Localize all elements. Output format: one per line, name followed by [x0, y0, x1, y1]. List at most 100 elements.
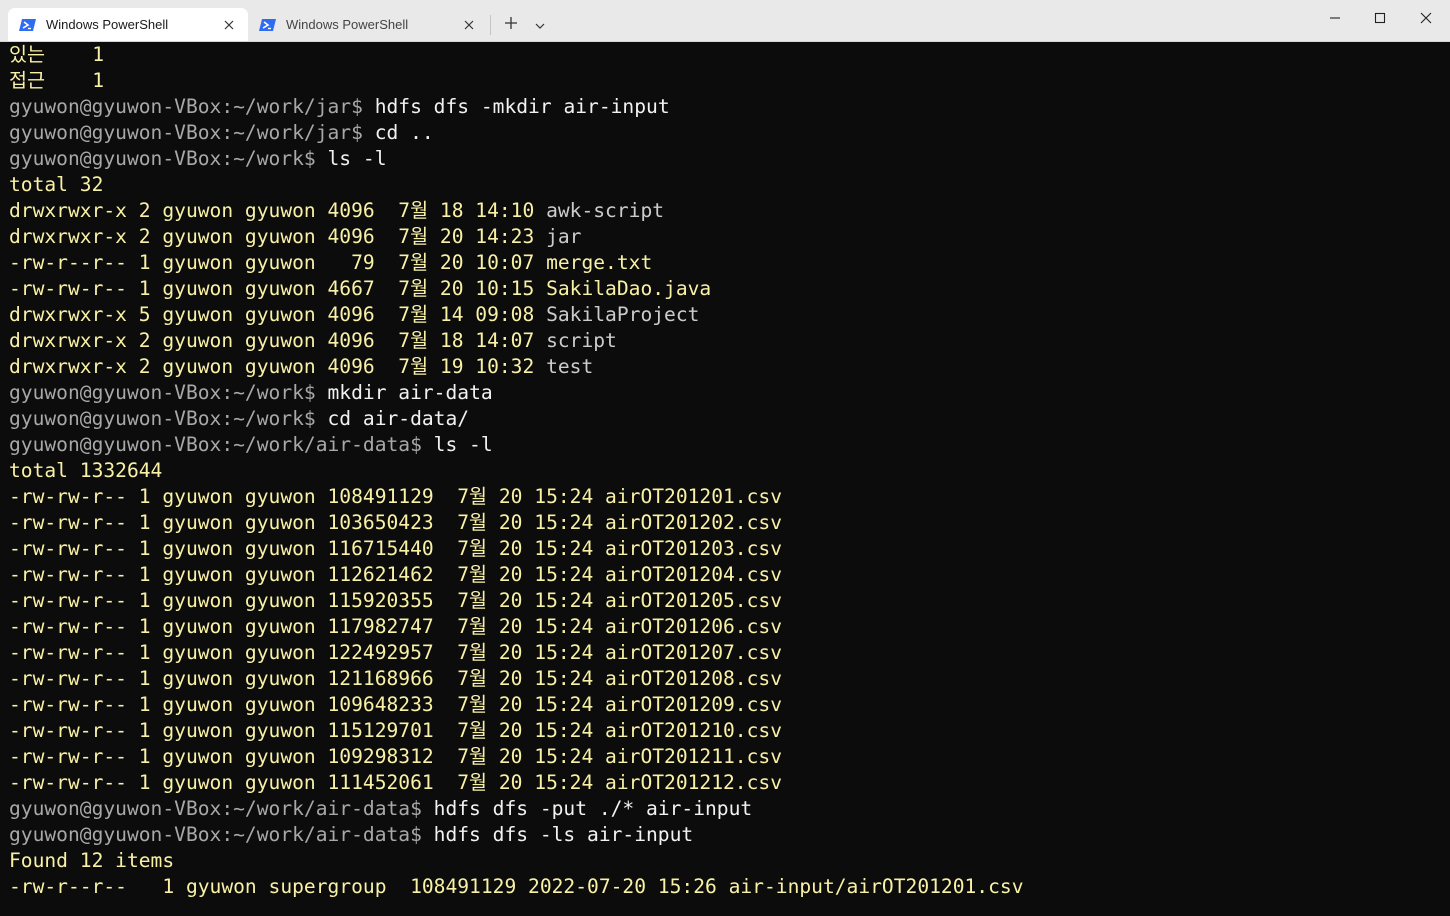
output-text: SakilaProject	[546, 303, 700, 326]
output-text: -rw-rw-r-- 1 gyuwon gyuwon 109648233 7월 …	[9, 693, 782, 716]
powershell-icon	[19, 18, 37, 32]
output-text: -rw-rw-r-- 1 gyuwon gyuwon 115129701 7월 …	[9, 719, 782, 742]
terminal-line: gyuwon@gyuwon-VBox:~/work/air-data$ hdfs…	[9, 796, 1450, 822]
output-text: drwxrwxr-x 2 gyuwon gyuwon 4096 7월 18 14…	[9, 329, 547, 352]
shell-prompt: gyuwon@gyuwon-VBox:~/work/air-data$	[9, 797, 434, 820]
terminal-line: Found 12 items	[9, 848, 1450, 874]
output-text: -rw-rw-r-- 1 gyuwon gyuwon 4667 7월 20 10…	[9, 277, 712, 300]
new-tab-button[interactable]	[498, 13, 524, 37]
terminal-line: -rw-rw-r-- 1 gyuwon gyuwon 103650423 7월 …	[9, 510, 1450, 536]
command-text: hdfs dfs -ls air-input	[433, 823, 694, 846]
output-text: -rw-rw-r-- 1 gyuwon gyuwon 111452061 7월 …	[9, 771, 782, 794]
command-text: ls -l	[433, 433, 493, 456]
terminal-line: drwxrwxr-x 2 gyuwon gyuwon 4096 7월 18 14…	[9, 198, 1450, 224]
terminal-line: gyuwon@gyuwon-VBox:~/work/air-data$ hdfs…	[9, 822, 1450, 848]
shell-prompt: gyuwon@gyuwon-VBox:~/work$	[9, 381, 328, 404]
tab-title: Windows PowerShell	[46, 17, 169, 32]
terminal-line: total 1332644	[9, 458, 1450, 484]
terminal-line: -rw-rw-r-- 1 gyuwon gyuwon 117982747 7월 …	[9, 614, 1450, 640]
tab-title: Windows PowerShell	[286, 17, 409, 32]
command-text: ls -l	[327, 147, 387, 170]
terminal-window: Windows PowerShell Windows PowerShell 있는…	[0, 0, 1450, 916]
terminal-line: -rw-rw-r-- 1 gyuwon gyuwon 108491129 7월 …	[9, 484, 1450, 510]
output-text: awk-script	[546, 199, 665, 222]
powershell-icon	[259, 18, 277, 32]
output-text: total 32	[9, 173, 104, 196]
tab-powershell-2[interactable]: Windows PowerShell	[248, 8, 488, 41]
terminal-line: drwxrwxr-x 2 gyuwon gyuwon 4096 7월 19 10…	[9, 354, 1450, 380]
terminal-line: gyuwon@gyuwon-VBox:~/work$ cd air-data/	[9, 406, 1450, 432]
output-text: -rw-r--r-- 1 gyuwon supergroup 108491129…	[9, 875, 1024, 898]
terminal-line: 접근 1	[9, 68, 1450, 94]
output-text: -rw-rw-r-- 1 gyuwon gyuwon 122492957 7월 …	[9, 641, 782, 664]
terminal-line: -rw-r--r-- 1 gyuwon gyuwon 79 7월 20 10:0…	[9, 250, 1450, 276]
shell-prompt: gyuwon@gyuwon-VBox:~/work$	[9, 147, 328, 170]
maximize-button[interactable]	[1357, 0, 1403, 40]
terminal-line: -rw-rw-r-- 1 gyuwon gyuwon 116715440 7월 …	[9, 536, 1450, 562]
output-text: -rw-rw-r-- 1 gyuwon gyuwon 116715440 7월 …	[9, 537, 782, 560]
terminal-line: -rw-rw-r-- 1 gyuwon gyuwon 121168966 7월 …	[9, 666, 1450, 692]
close-tab-icon[interactable]	[459, 15, 479, 35]
shell-prompt: gyuwon@gyuwon-VBox:~/work/air-data$	[9, 433, 434, 456]
output-text: drwxrwxr-x 5 gyuwon gyuwon 4096 7월 14 09…	[9, 303, 547, 326]
output-text: drwxrwxr-x 2 gyuwon gyuwon 4096 7월 19 10…	[9, 355, 547, 378]
tab-dropdown-button[interactable]	[530, 13, 550, 37]
output-text: jar	[546, 225, 582, 248]
terminal-line: -rw-rw-r-- 1 gyuwon gyuwon 109648233 7월 …	[9, 692, 1450, 718]
terminal-line: gyuwon@gyuwon-VBox:~/work/jar$ cd ..	[9, 120, 1450, 146]
output-text: -rw-rw-r-- 1 gyuwon gyuwon 115920355 7월 …	[9, 589, 782, 612]
terminal-line: -rw-rw-r-- 1 gyuwon gyuwon 4667 7월 20 10…	[9, 276, 1450, 302]
maximize-icon	[1374, 11, 1386, 29]
output-text: script	[546, 329, 617, 352]
output-text: 있는 1	[9, 43, 105, 66]
shell-prompt: gyuwon@gyuwon-VBox:~/work/jar$	[9, 95, 375, 118]
terminal-line: drwxrwxr-x 2 gyuwon gyuwon 4096 7월 18 14…	[9, 328, 1450, 354]
close-window-button[interactable]	[1403, 0, 1449, 40]
minimize-button[interactable]	[1312, 0, 1358, 40]
terminal-line: gyuwon@gyuwon-VBox:~/work/jar$ hdfs dfs …	[9, 94, 1450, 120]
shell-prompt: gyuwon@gyuwon-VBox:~/work/air-data$	[9, 823, 434, 846]
output-text: drwxrwxr-x 2 gyuwon gyuwon 4096 7월 18 14…	[9, 199, 547, 222]
command-text: hdfs dfs -mkdir air-input	[374, 95, 670, 118]
terminal-line: -rw-r--r-- 1 gyuwon supergroup 108491129…	[9, 874, 1450, 900]
output-text: -rw-rw-r-- 1 gyuwon gyuwon 103650423 7월 …	[9, 511, 782, 534]
output-text: test	[546, 355, 594, 378]
terminal-line: -rw-rw-r-- 1 gyuwon gyuwon 115920355 7월 …	[9, 588, 1450, 614]
terminal-line: -rw-rw-r-- 1 gyuwon gyuwon 111452061 7월 …	[9, 770, 1450, 796]
terminal-line: -rw-rw-r-- 1 gyuwon gyuwon 122492957 7월 …	[9, 640, 1450, 666]
output-text: total 1332644	[9, 459, 163, 482]
shell-prompt: gyuwon@gyuwon-VBox:~/work$	[9, 407, 328, 430]
output-text: -rw-r--r-- 1 gyuwon gyuwon 79 7월 20 10:0…	[9, 251, 653, 274]
output-text: -rw-rw-r-- 1 gyuwon gyuwon 109298312 7월 …	[9, 745, 782, 768]
terminal-line: drwxrwxr-x 5 gyuwon gyuwon 4096 7월 14 09…	[9, 302, 1450, 328]
shell-prompt: gyuwon@gyuwon-VBox:~/work/jar$	[9, 121, 375, 144]
minimize-icon	[1329, 11, 1341, 29]
terminal-line: -rw-rw-r-- 1 gyuwon gyuwon 115129701 7월 …	[9, 718, 1450, 744]
command-text: cd ..	[374, 121, 434, 144]
output-text: -rw-rw-r-- 1 gyuwon gyuwon 121168966 7월 …	[9, 667, 782, 690]
terminal-line: -rw-rw-r-- 1 gyuwon gyuwon 112621462 7월 …	[9, 562, 1450, 588]
output-text: -rw-rw-r-- 1 gyuwon gyuwon 112621462 7월 …	[9, 563, 782, 586]
terminal-line: gyuwon@gyuwon-VBox:~/work$ ls -l	[9, 146, 1450, 172]
close-icon	[1420, 11, 1432, 29]
terminal-line: gyuwon@gyuwon-VBox:~/work$ mkdir air-dat…	[9, 380, 1450, 406]
output-text: drwxrwxr-x 2 gyuwon gyuwon 4096 7월 20 14…	[9, 225, 547, 248]
output-text: 접근 1	[9, 69, 105, 92]
command-text: mkdir air-data	[327, 381, 493, 404]
output-text: Found 12 items	[9, 849, 175, 872]
close-tab-icon[interactable]	[219, 15, 239, 35]
terminal-line: gyuwon@gyuwon-VBox:~/work/air-data$ ls -…	[9, 432, 1450, 458]
terminal-line: -rw-rw-r-- 1 gyuwon gyuwon 109298312 7월 …	[9, 744, 1450, 770]
title-bar: Windows PowerShell Windows PowerShell	[0, 0, 1450, 42]
chevron-down-icon	[535, 16, 545, 34]
terminal-line: total 32	[9, 172, 1450, 198]
plus-icon	[504, 16, 518, 35]
output-text: -rw-rw-r-- 1 gyuwon gyuwon 108491129 7월 …	[9, 485, 782, 508]
output-text: -rw-rw-r-- 1 gyuwon gyuwon 117982747 7월 …	[9, 615, 782, 638]
terminal-line: 있는 1	[9, 42, 1450, 68]
tab-powershell-1[interactable]: Windows PowerShell	[8, 8, 248, 41]
command-text: cd air-data/	[327, 407, 470, 430]
tab-divider	[490, 15, 491, 35]
terminal-output[interactable]: 있는 1 접근 1 gyuwon@gyuwon-VBox:~/work/jar$ h…	[0, 42, 1450, 916]
terminal-line: drwxrwxr-x 2 gyuwon gyuwon 4096 7월 20 14…	[9, 224, 1450, 250]
